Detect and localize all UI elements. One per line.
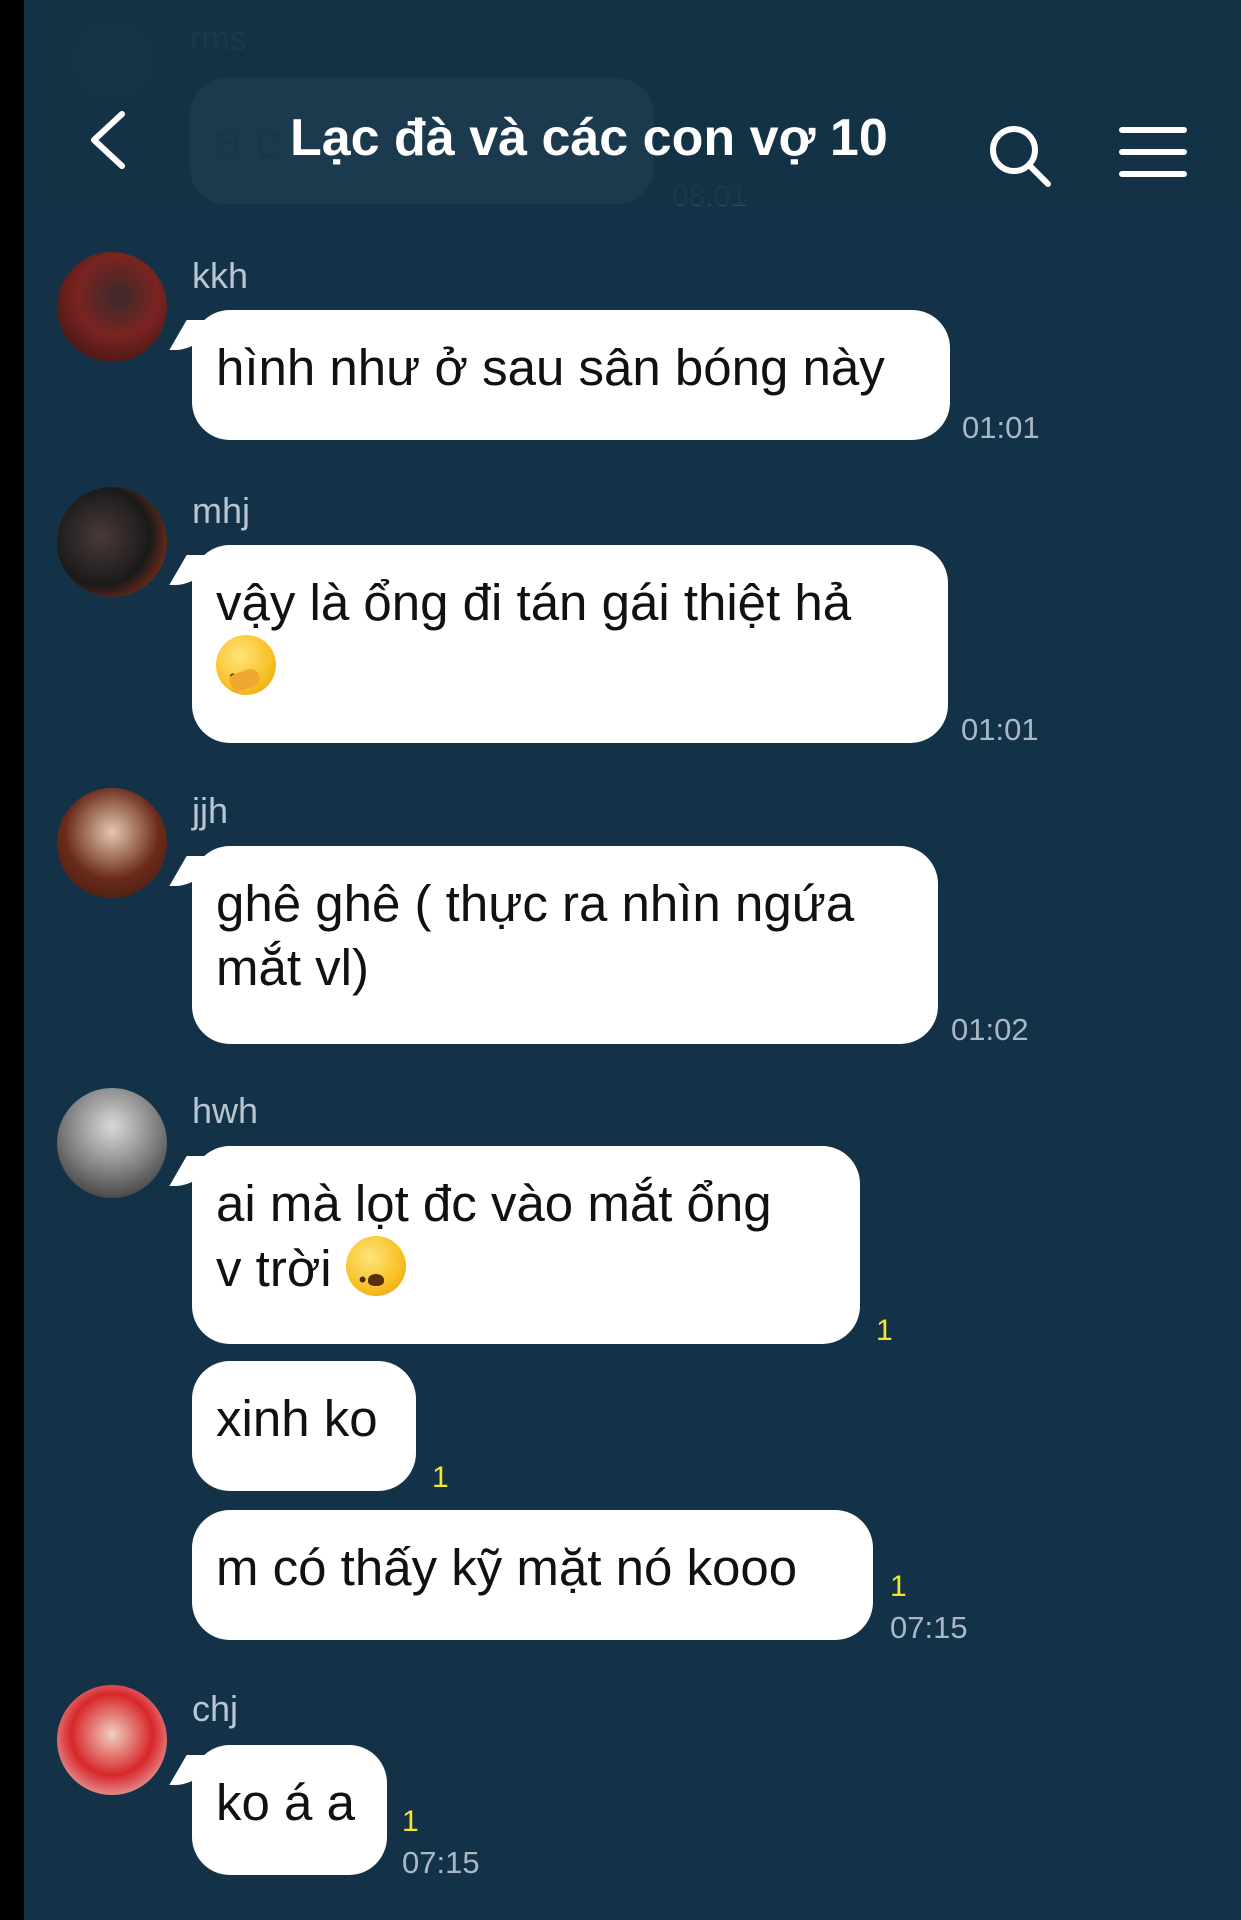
sender-name: hwh bbox=[192, 1090, 259, 1131]
message-time: 01:01 bbox=[962, 410, 1040, 445]
message-bubble[interactable]: ko á a bbox=[192, 1745, 387, 1875]
message-bubble[interactable]: ai mà lọt đc vào mắt ổng v trời bbox=[192, 1146, 860, 1344]
message-text: vậy là ổng đi tán gái thiệt hả bbox=[216, 574, 852, 631]
menu-icon[interactable] bbox=[1118, 122, 1188, 182]
message-text-line-2: mắt vl) bbox=[216, 939, 369, 996]
thinking-face-emoji bbox=[216, 635, 276, 709]
sender-name: mhj bbox=[192, 490, 251, 531]
message-text: m có thấy kỹ mặt nó kooo bbox=[216, 1539, 798, 1596]
worried-face-emoji bbox=[345, 1236, 406, 1312]
message-bubble[interactable]: hình như ở sau sân bóng này bbox=[192, 310, 950, 440]
avatar-kkh[interactable] bbox=[57, 252, 167, 362]
message-bubble[interactable]: xinh ko bbox=[192, 1361, 416, 1491]
chat-header: Lạc đà và các con vợ 10 bbox=[24, 0, 1241, 205]
message-time: 01:01 bbox=[961, 712, 1039, 747]
avatar-mhj[interactable] bbox=[57, 487, 167, 597]
message-time: 07:15 bbox=[890, 1610, 968, 1645]
message-time: 01:02 bbox=[951, 1012, 1029, 1047]
search-icon[interactable] bbox=[984, 120, 1054, 190]
unread-count: 1 bbox=[432, 1461, 449, 1494]
unread-count: 1 bbox=[876, 1314, 893, 1347]
avatar-jjh[interactable] bbox=[57, 788, 167, 898]
sender-name: kkh bbox=[192, 255, 249, 296]
chat-title: Lạc đà và các con vợ 10 bbox=[290, 109, 888, 167]
chat-screen: rms a c 08:01 Lạc đà và các con vợ 10 kk… bbox=[24, 0, 1241, 1920]
message-time: 07:15 bbox=[402, 1845, 480, 1880]
unread-count: 1 bbox=[890, 1570, 907, 1603]
message-text: hình như ở sau sân bóng này bbox=[216, 339, 885, 396]
back-arrow-icon[interactable] bbox=[84, 110, 134, 170]
unread-count: 1 bbox=[402, 1805, 419, 1838]
message-bubble[interactable]: m có thấy kỹ mặt nó kooo bbox=[192, 1510, 873, 1640]
message-text: ko á a bbox=[216, 1774, 355, 1831]
message-text-line-1: ai mà lọt đc vào mắt ổng bbox=[216, 1175, 772, 1232]
message-bubble[interactable]: ghê ghê ( thực ra nhìn ngứa mắt vl) bbox=[192, 846, 938, 1044]
message-text: xinh ko bbox=[216, 1390, 378, 1447]
avatar-hwh[interactable] bbox=[57, 1088, 167, 1198]
sender-name: jjh bbox=[192, 790, 229, 831]
message-bubble[interactable]: vậy là ổng đi tán gái thiệt hả bbox=[192, 545, 948, 743]
sender-name: chj bbox=[192, 1688, 239, 1729]
message-text-line-1: ghê ghê ( thực ra nhìn ngứa bbox=[216, 875, 855, 932]
message-text-line-2: v trời bbox=[216, 1236, 836, 1312]
avatar-chj[interactable] bbox=[57, 1685, 167, 1795]
